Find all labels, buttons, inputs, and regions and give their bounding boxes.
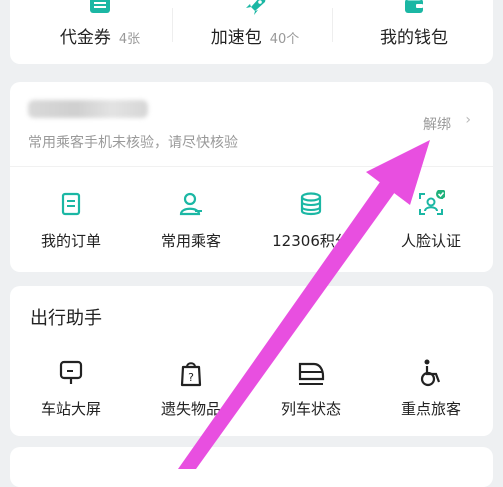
tool-lost-items[interactable]: ? 遗失物品 bbox=[136, 358, 246, 419]
tool-station-screen[interactable]: 车站大屏 bbox=[16, 358, 126, 419]
asset-boost[interactable]: 加速包 40个 bbox=[185, 0, 325, 64]
divider bbox=[172, 8, 173, 42]
tool-priority-passenger[interactable]: 重点旅客 bbox=[376, 358, 486, 419]
func-label: 12306积分 bbox=[272, 232, 350, 250]
tool-label: 重点旅客 bbox=[400, 400, 461, 418]
asset-count: 40个 bbox=[269, 32, 300, 47]
tool-label: 列车状态 bbox=[280, 400, 341, 418]
func-face-verify[interactable]: 人脸认证 bbox=[376, 190, 486, 251]
func-my-orders[interactable]: 我的订单 bbox=[16, 190, 126, 251]
travel-assistant-card: 出行助手 车站大屏 ? 遗失物品 列车状态 重点旅客 bbox=[10, 286, 493, 436]
func-label: 人脸认证 bbox=[400, 232, 461, 250]
coupon-icon bbox=[90, 0, 110, 13]
section-title: 出行助手 bbox=[30, 308, 102, 329]
points-icon bbox=[300, 192, 322, 216]
divider bbox=[332, 8, 333, 42]
face-verify-icon bbox=[419, 190, 445, 215]
lost-item-icon: ? bbox=[180, 362, 202, 387]
asset-label: 代金券 bbox=[59, 28, 111, 48]
verify-warning: 常用乘客手机未核验，请尽快核验 bbox=[28, 135, 238, 151]
order-icon bbox=[61, 192, 81, 216]
asset-count: 4张 bbox=[118, 32, 141, 47]
train-status-icon bbox=[298, 362, 325, 385]
func-points[interactable]: 12306积分 bbox=[256, 190, 366, 251]
tool-train-status[interactable]: 列车状态 bbox=[256, 358, 366, 419]
chevron-right-icon[interactable]: › bbox=[465, 112, 471, 128]
tool-label: 车站大屏 bbox=[40, 400, 101, 418]
user-card: 常用乘客手机未核验，请尽快核验 解绑 › 我的订单 常用乘客 12306积分 人… bbox=[10, 82, 493, 272]
station-screen-icon bbox=[59, 360, 83, 384]
func-passengers[interactable]: 常用乘客 bbox=[136, 190, 246, 251]
svg-text:?: ? bbox=[188, 371, 194, 384]
unbind-link[interactable]: 解绑 bbox=[423, 114, 451, 134]
asset-label: 我的钱包 bbox=[380, 28, 448, 48]
wallet-icon bbox=[405, 0, 423, 13]
func-label: 常用乘客 bbox=[160, 232, 221, 250]
asset-label: 加速包 bbox=[210, 28, 262, 48]
assets-card: 代金券 4张 加速包 40个 我的钱包 bbox=[10, 0, 493, 64]
asset-wallet[interactable]: 我的钱包 bbox=[344, 0, 484, 64]
wheelchair-icon bbox=[420, 359, 441, 387]
rocket-icon bbox=[246, 0, 266, 15]
passenger-icon bbox=[179, 192, 202, 216]
tool-label: 遗失物品 bbox=[160, 400, 221, 418]
asset-coupon[interactable]: 代金券 4张 bbox=[30, 0, 170, 64]
next-card bbox=[10, 447, 493, 487]
func-label: 我的订单 bbox=[40, 232, 101, 250]
blurred-username bbox=[28, 100, 148, 118]
divider bbox=[10, 166, 493, 167]
